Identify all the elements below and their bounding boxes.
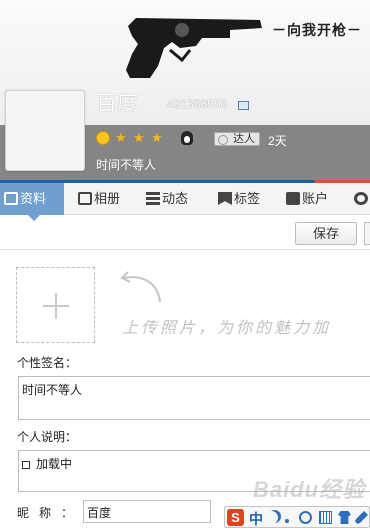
avatar[interactable] — [5, 90, 85, 171]
nickname-label: 昵称： — [17, 506, 84, 520]
tab-bar: 资料 相册 动态 标签 账户 — [0, 183, 370, 221]
tab-label: 相册 — [94, 191, 121, 206]
revolver-image — [126, 18, 262, 78]
daren-badge[interactable]: 达人 — [214, 132, 260, 146]
star-icon: ★ — [115, 130, 127, 145]
loading-icon — [22, 461, 30, 469]
tab-label: 标签 — [234, 191, 261, 206]
profile-motto: 时间不等人 — [96, 158, 157, 172]
more-button[interactable] — [364, 222, 370, 245]
photo-upload-box[interactable] — [16, 267, 95, 343]
penguin-icon[interactable] — [181, 131, 193, 145]
signature-field[interactable]: 时间不等人 — [18, 376, 370, 420]
description-value: 加载中 — [36, 457, 73, 471]
banner-slogan: －向我开枪－ — [272, 22, 362, 38]
tab-tags[interactable]: 标签 — [214, 183, 276, 215]
briefcase-icon — [286, 192, 300, 205]
sogou-logo-icon[interactable]: S — [227, 509, 244, 526]
emoji-icon[interactable] — [299, 511, 312, 524]
nickname-input[interactable]: 百度 — [83, 500, 211, 523]
punctuation-icon[interactable] — [285, 519, 289, 523]
save-bar: 保存 — [0, 216, 370, 250]
skin-icon[interactable] — [338, 511, 351, 524]
bookmark-icon — [218, 192, 232, 205]
curved-arrow-icon — [120, 271, 161, 303]
tab-settings[interactable] — [350, 183, 370, 215]
id-card-icon[interactable] — [238, 101, 249, 110]
tab-feed[interactable]: 动态 — [142, 183, 204, 215]
tab-label: 资料 — [20, 191, 47, 206]
tab-label: 账户 — [302, 191, 329, 206]
watermark: Baidu经验 — [253, 477, 366, 502]
ime-toolbar: S 中 — [224, 506, 370, 528]
smile-icon — [96, 131, 110, 145]
ime-mode-toggle[interactable]: 中 — [249, 509, 263, 529]
qq-number: 431388556 — [167, 97, 228, 111]
list-icon — [146, 192, 160, 205]
days-count: 2天 — [268, 134, 287, 148]
description-label: 个人说明： — [17, 430, 78, 444]
star-icon: ★ — [151, 130, 163, 145]
photo-icon — [78, 192, 92, 205]
wrench-icon[interactable] — [355, 511, 368, 524]
star-icon: ★ — [133, 130, 145, 145]
tab-album[interactable]: 相册 — [74, 183, 136, 215]
keyboard-icon[interactable] — [319, 511, 332, 524]
tab-account[interactable]: 账户 — [282, 183, 344, 215]
signature-label: 个性签名： — [17, 356, 78, 370]
plus-icon — [55, 293, 57, 319]
gear-icon — [354, 192, 368, 205]
tab-profile[interactable]: 资料 — [0, 183, 64, 221]
half-width-icon[interactable] — [265, 511, 278, 524]
profile-name: 百度 — [96, 92, 138, 115]
save-button[interactable]: 保存 — [295, 222, 357, 245]
upload-hint: 上传照片，为你的魅力加 — [122, 318, 332, 337]
tab-label: 动态 — [162, 191, 189, 206]
id-card-icon — [4, 192, 18, 205]
